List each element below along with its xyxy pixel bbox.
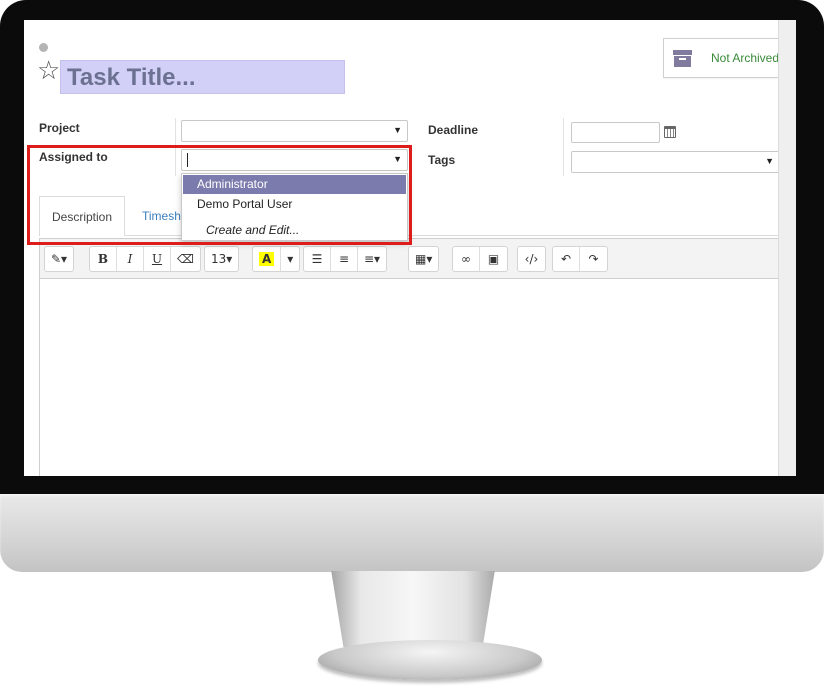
align-icon[interactable]: ≡▾ xyxy=(358,247,386,271)
code-group: ‹/› xyxy=(517,246,546,272)
history-group: ↶ ↷ xyxy=(552,246,608,272)
deadline-label: Deadline xyxy=(428,123,479,137)
highlight-annotation xyxy=(27,145,412,245)
style-group: ✎▾ xyxy=(44,246,75,272)
task-title-input[interactable]: Task Title... xyxy=(60,60,345,94)
bullet-list-icon[interactable]: ☰ xyxy=(304,247,331,271)
tags-select[interactable]: ▼ xyxy=(571,151,780,173)
description-editor[interactable]: ✎▾ B I U ⌫ 13 ▾ A ▾ ☰ ≡ ≡▾ ▦▾ ∞ ▣ ‹/› ↶ … xyxy=(39,238,780,476)
project-select[interactable]: ▼ xyxy=(181,120,408,142)
deadline-input[interactable] xyxy=(571,122,660,143)
font-size-dropdown[interactable]: 13 ▾ xyxy=(205,247,238,271)
bold-button[interactable]: B xyxy=(90,247,117,271)
archive-icon xyxy=(673,49,692,67)
link-icon[interactable]: ∞ xyxy=(453,247,480,271)
monitor-chin xyxy=(0,494,824,572)
archive-toggle-button[interactable]: Not Archived xyxy=(663,38,782,78)
status-dot[interactable] xyxy=(39,43,48,52)
editor-toolbar: ✎▾ B I U ⌫ 13 ▾ A ▾ ☰ ≡ ≡▾ ▦▾ ∞ ▣ ‹/› ↶ … xyxy=(40,239,779,279)
table-group: ▦▾ xyxy=(408,246,440,272)
paragraph-group: ☰ ≡ ≡▾ xyxy=(303,246,388,272)
table-icon[interactable]: ▦▾ xyxy=(409,247,438,271)
underline-button[interactable]: U xyxy=(144,247,171,271)
editor-content-area[interactable] xyxy=(40,280,779,476)
image-icon[interactable]: ▣ xyxy=(480,247,507,271)
code-view-icon[interactable]: ‹/› xyxy=(518,247,545,271)
format-group: B I U ⌫ xyxy=(89,246,201,272)
chevron-down-icon[interactable]: ▾ xyxy=(281,247,299,271)
project-label: Project xyxy=(39,121,80,135)
monitor-base xyxy=(318,640,542,680)
monitor-stand xyxy=(331,571,495,647)
field-divider xyxy=(563,118,564,176)
archive-label: Not Archived xyxy=(711,51,780,65)
screen: ☆ Task Title... Not Archived Project ▼ A… xyxy=(24,20,796,476)
calendar-icon[interactable] xyxy=(664,126,676,138)
redo-icon[interactable]: ↷ xyxy=(580,247,607,271)
insert-group: ∞ ▣ xyxy=(452,246,508,272)
numbered-list-icon[interactable]: ≡ xyxy=(331,247,358,271)
scrollbar[interactable] xyxy=(778,20,796,476)
chevron-down-icon: ▼ xyxy=(765,156,774,166)
magic-wand-icon[interactable]: ✎▾ xyxy=(45,247,73,271)
chevron-down-icon: ▼ xyxy=(393,125,402,135)
undo-icon[interactable]: ↶ xyxy=(553,247,580,271)
font-size-value: 13 xyxy=(211,252,227,266)
font-color-button[interactable]: A xyxy=(253,247,282,271)
eraser-icon[interactable]: ⌫ xyxy=(171,247,200,271)
tags-label: Tags xyxy=(428,153,456,167)
color-group: A ▾ xyxy=(252,246,301,272)
star-icon[interactable]: ☆ xyxy=(37,57,60,83)
italic-button[interactable]: I xyxy=(117,247,144,271)
font-color-value: A xyxy=(259,252,275,266)
font-size-group: 13 ▾ xyxy=(204,246,240,272)
